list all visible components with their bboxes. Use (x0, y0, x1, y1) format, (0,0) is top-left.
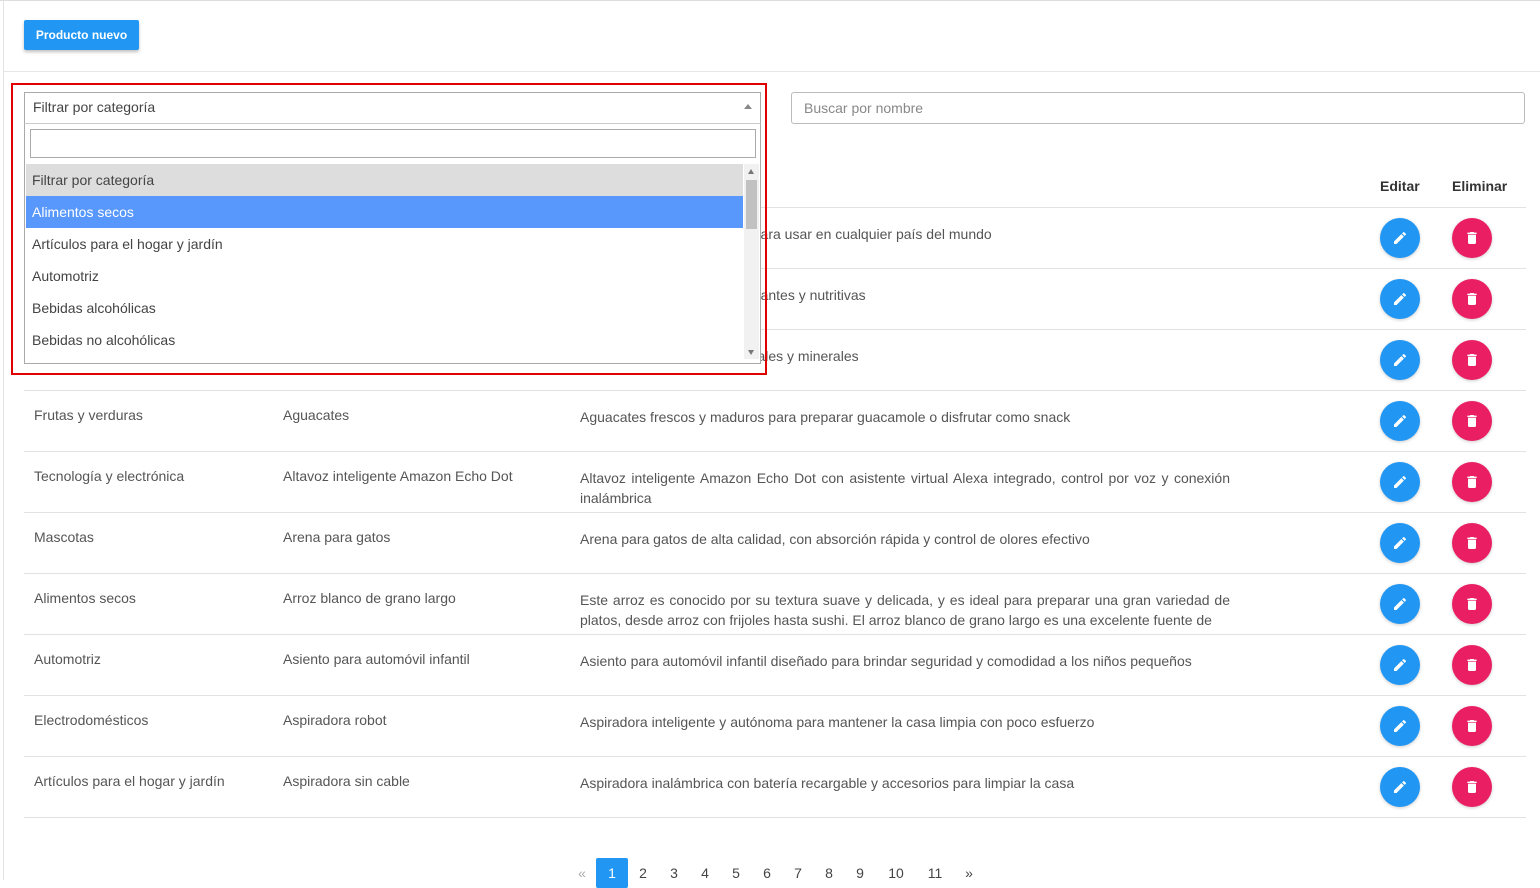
cell-description: Altavoz inteligente Amazon Echo Dot con … (580, 470, 1230, 506)
table-row: Mascotas Arena para gatos Arena para gatos… (24, 512, 1526, 574)
cell-name: Aspiradora robot (283, 712, 387, 728)
pencil-icon (1392, 596, 1408, 612)
delete-button[interactable] (1452, 340, 1492, 380)
delete-button[interactable] (1452, 584, 1492, 624)
trash-icon (1464, 779, 1480, 795)
pencil-icon (1392, 718, 1408, 734)
pagination-page-1[interactable]: 1 (596, 858, 628, 888)
edit-button[interactable] (1380, 706, 1420, 746)
cell-name: Aspiradora sin cable (283, 773, 410, 789)
cell-category: Tecnología y electrónica (34, 468, 185, 484)
table-row: Tecnología y electrónica Altavoz intelige… (24, 451, 1526, 513)
pagination-page-5[interactable]: 5 (728, 858, 744, 888)
trash-icon (1464, 291, 1480, 307)
pagination-page-4[interactable]: 4 (697, 858, 713, 888)
cell-category: Automotriz (34, 651, 101, 667)
cell-description: Aguacates frescos y maduros para prepara… (580, 409, 1071, 425)
edit-button[interactable] (1380, 279, 1420, 319)
edit-button[interactable] (1380, 523, 1420, 563)
trash-icon (1464, 230, 1480, 246)
toolbar-separator (4, 71, 1540, 72)
trash-icon (1464, 657, 1480, 673)
column-header-edit: Editar (1380, 178, 1420, 194)
cell-category: Mascotas (34, 529, 94, 545)
annotation-highlight-box (11, 83, 767, 375)
edit-button[interactable] (1380, 401, 1420, 441)
delete-button[interactable] (1452, 279, 1492, 319)
cell-description: Asiento para automóvil infantil diseñado… (580, 653, 1192, 669)
trash-icon (1464, 535, 1480, 551)
delete-button[interactable] (1452, 401, 1492, 441)
cell-category: Alimentos secos (34, 590, 136, 606)
pagination-page-2[interactable]: 2 (635, 858, 651, 888)
cell-category: Electrodomésticos (34, 712, 149, 728)
edit-button[interactable] (1380, 462, 1420, 502)
trash-icon (1464, 718, 1480, 734)
pencil-icon (1392, 535, 1408, 551)
pencil-icon (1392, 657, 1408, 673)
cell-category: Artículos para el hogar y jardín (34, 773, 225, 789)
table-row: Automotriz Asiento para automóvil infanti… (24, 634, 1526, 696)
table-row: Frutas y verduras Aguacates Aguacates fres… (24, 390, 1526, 452)
delete-button[interactable] (1452, 523, 1492, 563)
edit-button[interactable] (1380, 767, 1420, 807)
edit-button[interactable] (1380, 340, 1420, 380)
cell-description: Aspiradora inalámbrica con batería recar… (580, 775, 1075, 791)
pagination-page-11[interactable]: 11 (923, 858, 947, 888)
table-row: Alimentos secos Arroz blanco de grano lar… (24, 573, 1526, 635)
pagination-page-3[interactable]: 3 (666, 858, 682, 888)
new-product-button[interactable]: Producto nuevo (24, 20, 139, 50)
pencil-icon (1392, 230, 1408, 246)
pencil-icon (1392, 352, 1408, 368)
trash-icon (1464, 413, 1480, 429)
pencil-icon (1392, 413, 1408, 429)
delete-button[interactable] (1452, 645, 1492, 685)
pagination-prev[interactable]: « (575, 858, 589, 888)
delete-button[interactable] (1452, 767, 1492, 807)
cell-name: Arena para gatos (283, 529, 391, 545)
cell-description: Aspiradora inteligente y autónoma para m… (580, 714, 1095, 730)
pagination-page-8[interactable]: 8 (821, 858, 837, 888)
table-row: Electrodomésticos Aspiradora robot Aspirad… (24, 695, 1526, 757)
left-border (3, 0, 4, 880)
edit-button[interactable] (1380, 218, 1420, 258)
delete-button[interactable] (1452, 706, 1492, 746)
trash-icon (1464, 352, 1480, 368)
trash-icon (1464, 596, 1480, 612)
pencil-icon (1392, 474, 1408, 490)
pencil-icon (1392, 291, 1408, 307)
cell-name: Asiento para automóvil infantil (283, 651, 470, 667)
delete-button[interactable] (1452, 462, 1492, 502)
table-bottom-border (24, 817, 1526, 818)
table-row: Artículos para el hogar y jardín Aspirado… (24, 756, 1526, 818)
pencil-icon (1392, 779, 1408, 795)
cell-category: Frutas y verduras (34, 407, 143, 423)
column-header-delete: Eliminar (1452, 178, 1508, 194)
edit-button[interactable] (1380, 645, 1420, 685)
search-by-name-input[interactable] (791, 92, 1525, 124)
cell-name: Altavoz inteligente Amazon Echo Dot (283, 468, 513, 484)
cell-name: Aguacates (283, 407, 350, 423)
pagination-page-10[interactable]: 10 (884, 858, 908, 888)
trash-icon (1464, 474, 1480, 490)
pagination-next[interactable]: » (962, 858, 976, 888)
cell-description: Arena para gatos de alta calidad, con ab… (580, 531, 1090, 547)
delete-button[interactable] (1452, 218, 1492, 258)
edit-button[interactable] (1380, 584, 1420, 624)
pagination-page-9[interactable]: 9 (852, 858, 868, 888)
cell-name: Arroz blanco de grano largo (283, 590, 456, 606)
pagination-page-7[interactable]: 7 (790, 858, 806, 888)
pagination-page-6[interactable]: 6 (759, 858, 775, 888)
cell-description: Este arroz es conocido por su textura su… (580, 592, 1230, 628)
top-border (0, 0, 1540, 1)
